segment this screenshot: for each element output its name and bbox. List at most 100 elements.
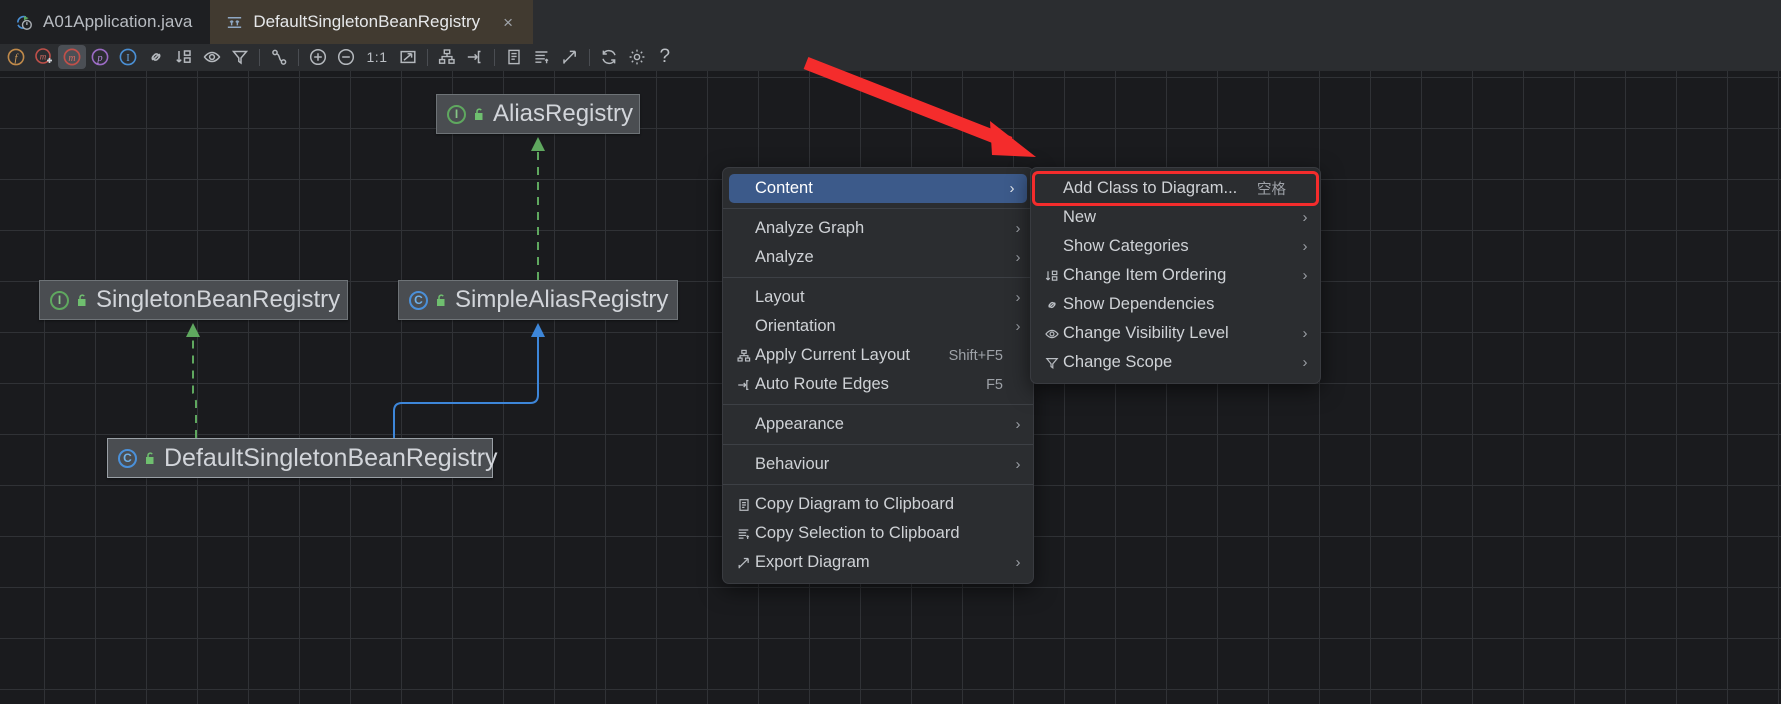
- node-label: DefaultSingletonBeanRegistry: [164, 443, 498, 472]
- menu-item-show-dependencies[interactable]: Show Dependencies: [1031, 290, 1320, 319]
- apply-current-layout-icon[interactable]: [433, 45, 461, 69]
- show-dependencies-icon[interactable]: [142, 45, 170, 69]
- menu-item-layout[interactable]: Layout ›: [723, 283, 1033, 312]
- toolbar-separator: [589, 48, 590, 66]
- node-label: AliasRegistry: [493, 100, 634, 127]
- menu-item-auto-route-edges[interactable]: Auto Route Edges F5: [723, 370, 1033, 399]
- show-constructors-icon[interactable]: m: [30, 45, 58, 69]
- menu-separator: [723, 444, 1033, 445]
- tab-defaultsingletonbeanregistry[interactable]: DefaultSingletonBeanRegistry ×: [210, 0, 534, 44]
- sort-icon: [1041, 268, 1063, 284]
- chevron-right-icon: ›: [1302, 354, 1308, 371]
- change-item-ordering-icon[interactable]: [170, 45, 198, 69]
- tab-a01application-java[interactable]: A01Application.java: [0, 0, 211, 44]
- editor-tab-bar: A01Application.java DefaultSingletonBean…: [0, 0, 1781, 44]
- menu-separator: [723, 208, 1033, 209]
- diagram-node-singleton-bean-registry[interactable]: I SingletonBeanRegistry: [39, 280, 348, 320]
- chevron-right-icon: ›: [1302, 325, 1308, 342]
- change-scope-icon[interactable]: [226, 45, 254, 69]
- menu-item-content[interactable]: Content ›: [729, 174, 1027, 203]
- chevron-right-icon: ›: [1015, 416, 1021, 433]
- menu-item-show-categories[interactable]: Show Categories ›: [1031, 232, 1320, 261]
- show-properties-icon[interactable]: p: [86, 45, 114, 69]
- show-fields-icon[interactable]: f: [2, 45, 30, 69]
- svg-text:m: m: [68, 53, 75, 64]
- chevron-right-icon: ›: [1302, 238, 1308, 255]
- export-icon: [733, 555, 755, 571]
- toolbar-separator: [494, 48, 495, 66]
- menu-item-apply-current-layout[interactable]: Apply Current Layout Shift+F5: [723, 341, 1033, 370]
- menu-separator: [723, 484, 1033, 485]
- change-visibility-level-icon[interactable]: [198, 45, 226, 69]
- export-diagram-icon[interactable]: [556, 45, 584, 69]
- ide-window: A01Application.java DefaultSingletonBean…: [0, 0, 1781, 704]
- zoom-out-icon[interactable]: [332, 45, 360, 69]
- chevron-right-icon: ›: [1015, 220, 1021, 237]
- auto-route-edges-icon[interactable]: [461, 45, 489, 69]
- menu-item-add-class-to-diagram[interactable]: Add Class to Diagram... 空格: [1032, 171, 1319, 206]
- close-icon[interactable]: ×: [501, 14, 515, 31]
- menu-item-change-scope[interactable]: Change Scope ›: [1031, 348, 1320, 377]
- node-label: SingletonBeanRegistry: [96, 286, 341, 313]
- tab-label: A01Application.java: [43, 12, 193, 31]
- route-icon: [733, 377, 755, 393]
- chevron-right-icon: ›: [1015, 456, 1021, 473]
- copy-diagram-to-clipboard-icon[interactable]: [500, 45, 528, 69]
- uml-diagram-icon: [224, 12, 244, 32]
- menu-item-copy-diagram-to-clipboard[interactable]: Copy Diagram to Clipboard: [723, 490, 1033, 519]
- help-icon[interactable]: ?: [651, 45, 679, 69]
- chevron-right-icon: ›: [1302, 267, 1308, 284]
- menu-separator: [723, 277, 1033, 278]
- hierarchy-icon: [733, 348, 755, 364]
- diagram-node-alias-registry[interactable]: I AliasRegistry: [436, 94, 640, 134]
- interface-icon: I: [50, 290, 69, 310]
- diagram-context-menu[interactable]: Content › Analyze Graph › Analyze › Layo…: [722, 167, 1034, 584]
- fit-content-icon[interactable]: [394, 45, 422, 69]
- edge-mode-icon[interactable]: [265, 45, 293, 69]
- actual-size-button[interactable]: 1:1: [360, 45, 394, 69]
- menu-item-new[interactable]: New ›: [1031, 203, 1320, 232]
- show-inner-classes-icon[interactable]: I: [114, 45, 142, 69]
- svg-text:f: f: [15, 53, 20, 64]
- copy-selection-to-clipboard-icon[interactable]: [528, 45, 556, 69]
- menu-item-orientation[interactable]: Orientation ›: [723, 312, 1033, 341]
- tab-bar-empty-space: [533, 0, 1781, 44]
- content-submenu[interactable]: Add Class to Diagram... 空格 New › Show Ca…: [1030, 167, 1321, 384]
- node-label: SimpleAliasRegistry: [455, 286, 669, 313]
- class-icon: C: [409, 290, 428, 310]
- menu-item-export-diagram[interactable]: Export Diagram ›: [723, 548, 1033, 577]
- copy-selection-icon: [733, 526, 755, 542]
- menu-item-analyze-graph[interactable]: Analyze Graph ›: [723, 214, 1033, 243]
- refresh-icon[interactable]: [595, 45, 623, 69]
- menu-item-change-item-ordering[interactable]: Change Item Ordering ›: [1031, 261, 1320, 290]
- copy-icon: [733, 497, 755, 513]
- menu-item-analyze[interactable]: Analyze ›: [723, 243, 1033, 272]
- tab-label: DefaultSingletonBeanRegistry: [253, 12, 481, 31]
- svg-text:m: m: [40, 52, 47, 62]
- diagram-node-simple-alias-registry[interactable]: C SimpleAliasRegistry: [398, 280, 678, 320]
- class-icon: C: [118, 448, 137, 468]
- menu-item-appearance[interactable]: Appearance ›: [723, 410, 1033, 439]
- toolbar-separator: [298, 48, 299, 66]
- interface-icon: I: [447, 104, 466, 124]
- public-lock-icon: [76, 293, 89, 308]
- menu-item-behaviour[interactable]: Behaviour ›: [723, 450, 1033, 479]
- zoom-in-icon[interactable]: [304, 45, 332, 69]
- filter-icon: [1041, 355, 1063, 371]
- diagram-node-default-singleton-bean-registry[interactable]: C DefaultSingletonBeanRegistry: [107, 438, 498, 478]
- java-class-run-icon: [14, 12, 34, 32]
- public-lock-icon: [473, 107, 486, 122]
- menu-item-change-visibility-level[interactable]: Change Visibility Level ›: [1031, 319, 1320, 348]
- eye-icon: [1041, 326, 1063, 342]
- public-lock-icon: [144, 451, 157, 466]
- svg-text:p: p: [96, 53, 102, 64]
- chevron-right-icon: ›: [1015, 318, 1021, 335]
- settings-icon[interactable]: [623, 45, 651, 69]
- svg-text:I: I: [126, 53, 130, 64]
- chevron-right-icon: ›: [1015, 554, 1021, 571]
- show-methods-icon[interactable]: m: [58, 45, 86, 69]
- diagram-toolbar: f m m p I 1:1 ?: [0, 44, 1781, 71]
- toolbar-separator: [427, 48, 428, 66]
- menu-item-copy-selection-to-clipboard[interactable]: Copy Selection to Clipboard: [723, 519, 1033, 548]
- chevron-right-icon: ›: [1015, 289, 1021, 306]
